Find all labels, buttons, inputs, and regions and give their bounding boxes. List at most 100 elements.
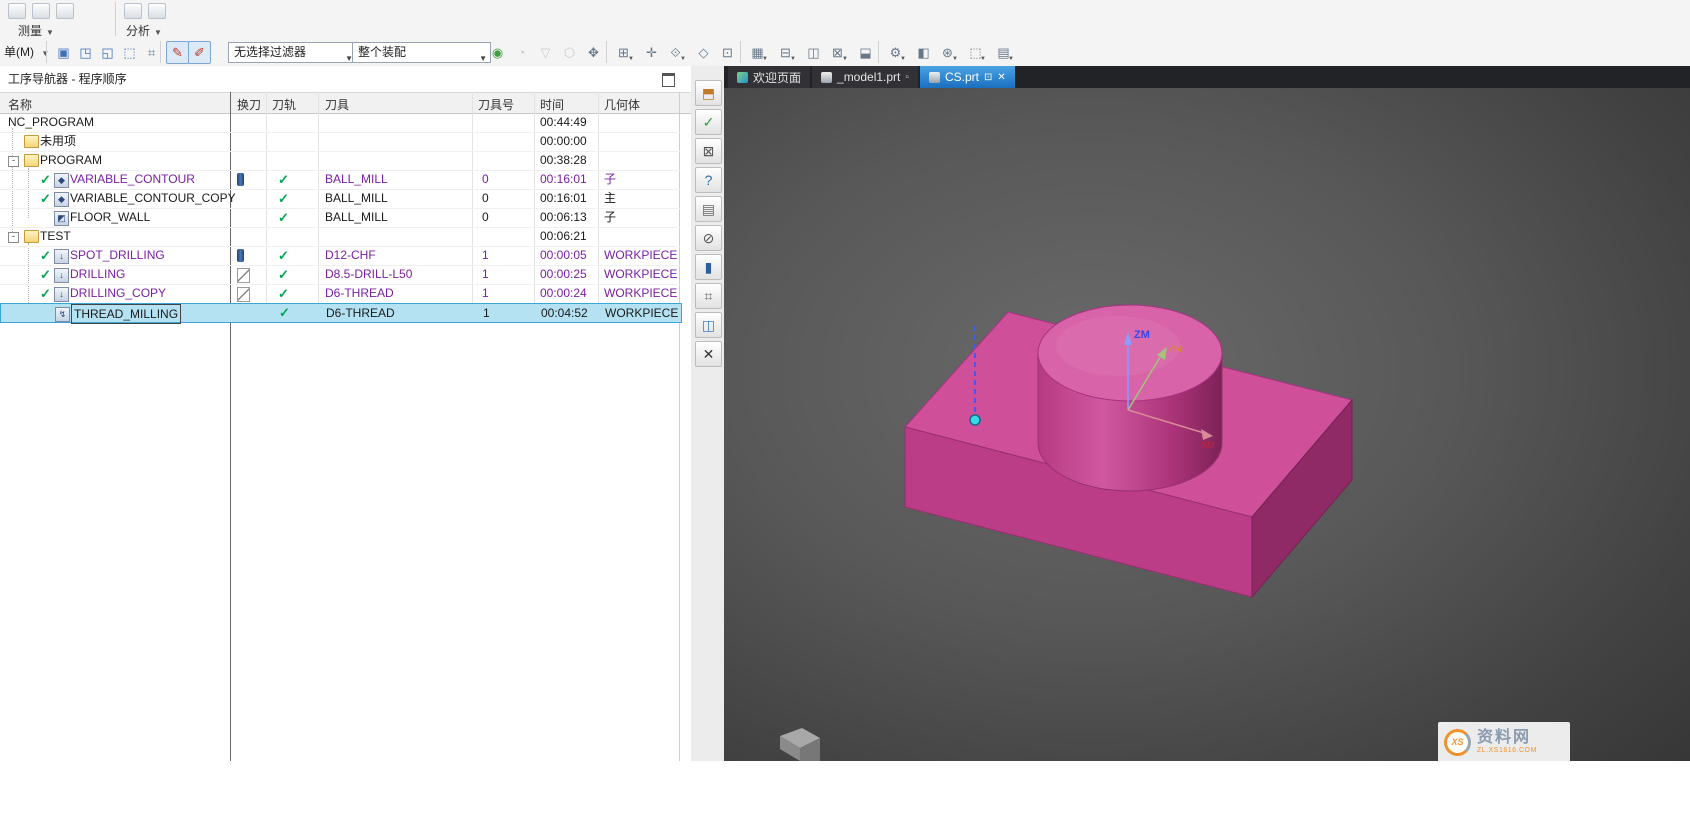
- chevron-down-icon[interactable]: ▼: [842, 56, 848, 62]
- table-row[interactable]: ✓ ↓ SPOT_DRILLING ✓ D12-CHF 1 00:00:05 WORKPIEC…: [0, 246, 680, 266]
- part-navigator-icon[interactable]: ⊠: [695, 138, 722, 164]
- history-icon[interactable]: ▤: [695, 196, 722, 222]
- toolbar-icon[interactable]: ✛: [640, 41, 663, 64]
- toolbar-icon[interactable]: ⟐ ▼: [664, 41, 687, 64]
- ribbon: 测量 ▼ 分析 ▼: [0, 0, 1690, 39]
- column-header-path[interactable]: 刀轨: [272, 96, 296, 113]
- part-tab-2[interactable]: _model1.prt ▫: [812, 66, 918, 88]
- toolbar-icon[interactable]: ⬓: [854, 41, 877, 64]
- row-name[interactable]: THREAD_MILLING: [71, 304, 182, 324]
- menu-button[interactable]: 单(M) ▼: [4, 43, 49, 60]
- chevron-down-icon[interactable]: ▼: [762, 56, 768, 62]
- toolbar-icon[interactable]: ◔: [510, 41, 533, 64]
- table-row[interactable]: ✓ ↓ DRILLING_COPY ✓ D6-THREAD 1 00:00:24 WORKPI…: [0, 284, 680, 304]
- toolbar-icon[interactable]: ◱: [96, 41, 119, 64]
- table-row[interactable]: - TEST 00:06:21: [0, 227, 680, 247]
- restore-window-icon[interactable]: [662, 73, 675, 87]
- ribbon-icon[interactable]: [56, 3, 74, 19]
- toolbar-icon[interactable]: ⬚ ▼: [964, 41, 987, 64]
- ribbon-group-measure[interactable]: 测量 ▼: [18, 22, 54, 39]
- row-name[interactable]: VARIABLE_CONTOUR_COPY: [70, 189, 236, 208]
- row-name[interactable]: PROGRAM: [40, 151, 102, 170]
- table-row[interactable]: ✓ ◆ VARIABLE_CONTOUR ✓ BALL_MILL 0 00:16:01 子: [0, 170, 680, 190]
- table-row[interactable]: ◩ FLOOR_WALL ✓ BALL_MILL 0 00:06:13 子: [0, 208, 680, 228]
- tree-expander-icon[interactable]: -: [8, 156, 19, 167]
- process-navigator-icon[interactable]: ▮: [695, 254, 722, 280]
- column-header-geometry[interactable]: 几何体: [604, 96, 640, 113]
- column-header-tool[interactable]: 刀具: [325, 96, 349, 113]
- toolbar-icon[interactable]: ⊡: [716, 41, 739, 64]
- ribbon-icon[interactable]: [32, 3, 50, 19]
- part-tab-1[interactable]: 欢迎页面: [728, 66, 811, 88]
- toolbar-icon[interactable]: ▣: [52, 41, 75, 64]
- toolbar-icon[interactable]: ⊠ ▼: [826, 41, 849, 64]
- toolbar-icon[interactable]: ▽: [534, 41, 557, 64]
- row-name[interactable]: 未用项: [40, 132, 76, 151]
- table-row[interactable]: - PROGRAM 00:38:28: [0, 151, 680, 171]
- chevron-down-icon[interactable]: ▼: [1008, 56, 1014, 62]
- chevron-down-icon[interactable]: ▼: [790, 56, 796, 62]
- toolbar-icon[interactable]: ⚙ ▼: [884, 41, 907, 64]
- column-header-time[interactable]: 时间: [540, 96, 564, 113]
- row-name[interactable]: SPOT_DRILLING: [70, 246, 165, 265]
- row-name[interactable]: VARIABLE_CONTOUR: [70, 170, 195, 189]
- restore-tab-icon[interactable]: ⊡: [984, 72, 992, 83]
- toolbar-icon[interactable]: ◧: [912, 41, 935, 64]
- help-icon[interactable]: ?: [695, 167, 722, 193]
- row-name[interactable]: NC_PROGRAM: [8, 113, 94, 132]
- toolbar-icon[interactable]: ◇: [692, 41, 715, 64]
- tool-name: D6-THREAD: [325, 286, 394, 300]
- toolbar-icon[interactable]: ⊛ ▼: [936, 41, 959, 64]
- constraint-navigator-icon[interactable]: ✓: [695, 109, 722, 135]
- toolbar-icon[interactable]: ◳: [74, 41, 97, 64]
- column-header-toolchange[interactable]: 换刀: [237, 96, 261, 113]
- chevron-down-icon[interactable]: ▼: [980, 56, 986, 62]
- selection-scope-combo[interactable]: 整个装配 ▼: [352, 42, 491, 63]
- toolbar-icon[interactable]: ⊞ ▼: [612, 41, 635, 64]
- toolbar-icon[interactable]: ◫: [802, 41, 825, 64]
- drill-point-handle[interactable]: [969, 414, 981, 426]
- toolbar-separator: [878, 41, 879, 63]
- table-row[interactable]: 未用项 00:00:00: [0, 132, 680, 152]
- toolbar-icon[interactable]: ▤ ▼: [992, 41, 1015, 64]
- toolbar-icon[interactable]: ⊟ ▼: [774, 41, 797, 64]
- no-entry-icon[interactable]: ⊘: [695, 225, 722, 251]
- cylinder-top-highlight: [1056, 316, 1180, 376]
- toolbar-icon[interactable]: ✥: [582, 41, 605, 64]
- toolbar-icon[interactable]: ⬚: [118, 41, 141, 64]
- selection-filter-combo[interactable]: 无选择过滤器 ▼: [228, 42, 357, 63]
- chevron-down-icon[interactable]: ▼: [680, 56, 686, 62]
- column-header-name[interactable]: 名称: [8, 96, 32, 113]
- ribbon-icon[interactable]: [124, 3, 142, 19]
- toolbar-icon[interactable]: ▦ ▼: [746, 41, 769, 64]
- column-header-toolno[interactable]: 刀具号: [478, 96, 514, 113]
- chevron-down-icon[interactable]: ▼: [900, 56, 906, 62]
- row-name[interactable]: FLOOR_WALL: [70, 208, 150, 227]
- ribbon-icon[interactable]: [148, 3, 166, 19]
- chevron-down-icon[interactable]: ▼: [46, 28, 54, 37]
- table-row[interactable]: NC_PROGRAM 00:44:49: [0, 113, 680, 133]
- table-row[interactable]: ↯ THREAD_MILLING ✓ D6-THREAD 1 00:04:52 WORKPI…: [0, 303, 682, 324]
- web-browser-icon[interactable]: ◫: [695, 312, 722, 338]
- tool-name: D12-CHF: [325, 248, 376, 262]
- tree-expander-icon[interactable]: -: [8, 232, 19, 243]
- ribbon-group-analysis[interactable]: 分析 ▼: [126, 22, 162, 39]
- chevron-down-icon[interactable]: ▼: [628, 56, 634, 62]
- row-name[interactable]: DRILLING_COPY: [70, 284, 166, 303]
- close-tab-icon[interactable]: ✕: [997, 72, 1005, 83]
- row-name[interactable]: TEST: [40, 227, 71, 246]
- machine-navigator-icon[interactable]: ⌗: [695, 283, 722, 309]
- chevron-down-icon[interactable]: ▼: [154, 28, 162, 37]
- toolbar-icon[interactable]: ✐: [188, 41, 211, 64]
- table-row[interactable]: ✓ ◆ VARIABLE_CONTOUR_COPY ✓ BALL_MILL 0 00:16:…: [0, 189, 680, 209]
- part-tab-3[interactable]: CS.prt ⊡ ✕: [919, 66, 1015, 88]
- table-row[interactable]: ✓ ↓ DRILLING ✓ D8.5-DRILL-L50 1 00:00:25 WORKPI…: [0, 265, 680, 285]
- ribbon-icon[interactable]: [8, 3, 26, 19]
- row-name[interactable]: DRILLING: [70, 265, 125, 284]
- assembly-navigator-icon[interactable]: ⬒: [695, 80, 722, 106]
- toolbar-icon[interactable]: ✎: [166, 41, 189, 64]
- toolbar-icon[interactable]: ⬡: [558, 41, 581, 64]
- close-navigator-icon[interactable]: ✕: [695, 341, 722, 367]
- chevron-down-icon[interactable]: ▼: [952, 56, 958, 62]
- graphics-viewport[interactable]: ZM YM XM: [724, 88, 1690, 761]
